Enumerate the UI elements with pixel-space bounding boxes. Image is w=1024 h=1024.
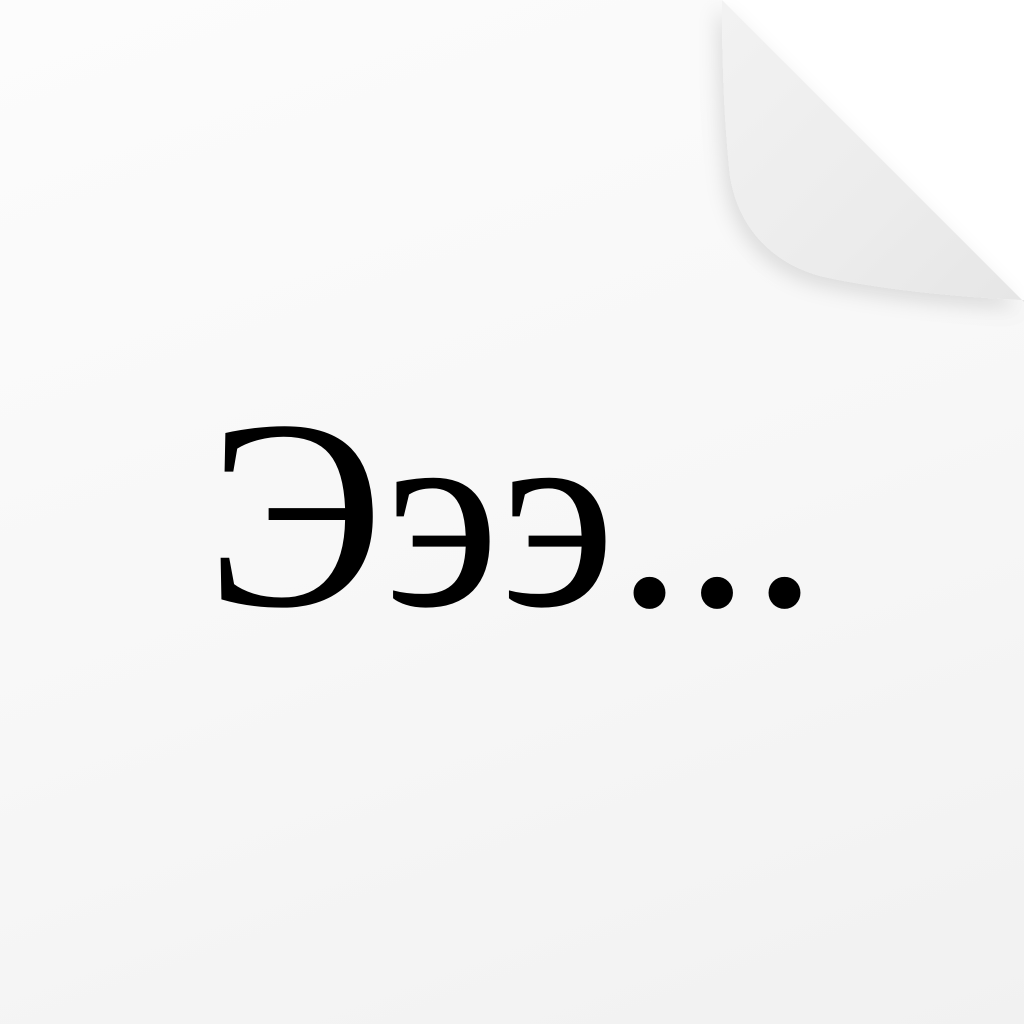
document-text: Эээ... (205, 365, 819, 664)
document-icon: Эээ... (0, 0, 1024, 1024)
